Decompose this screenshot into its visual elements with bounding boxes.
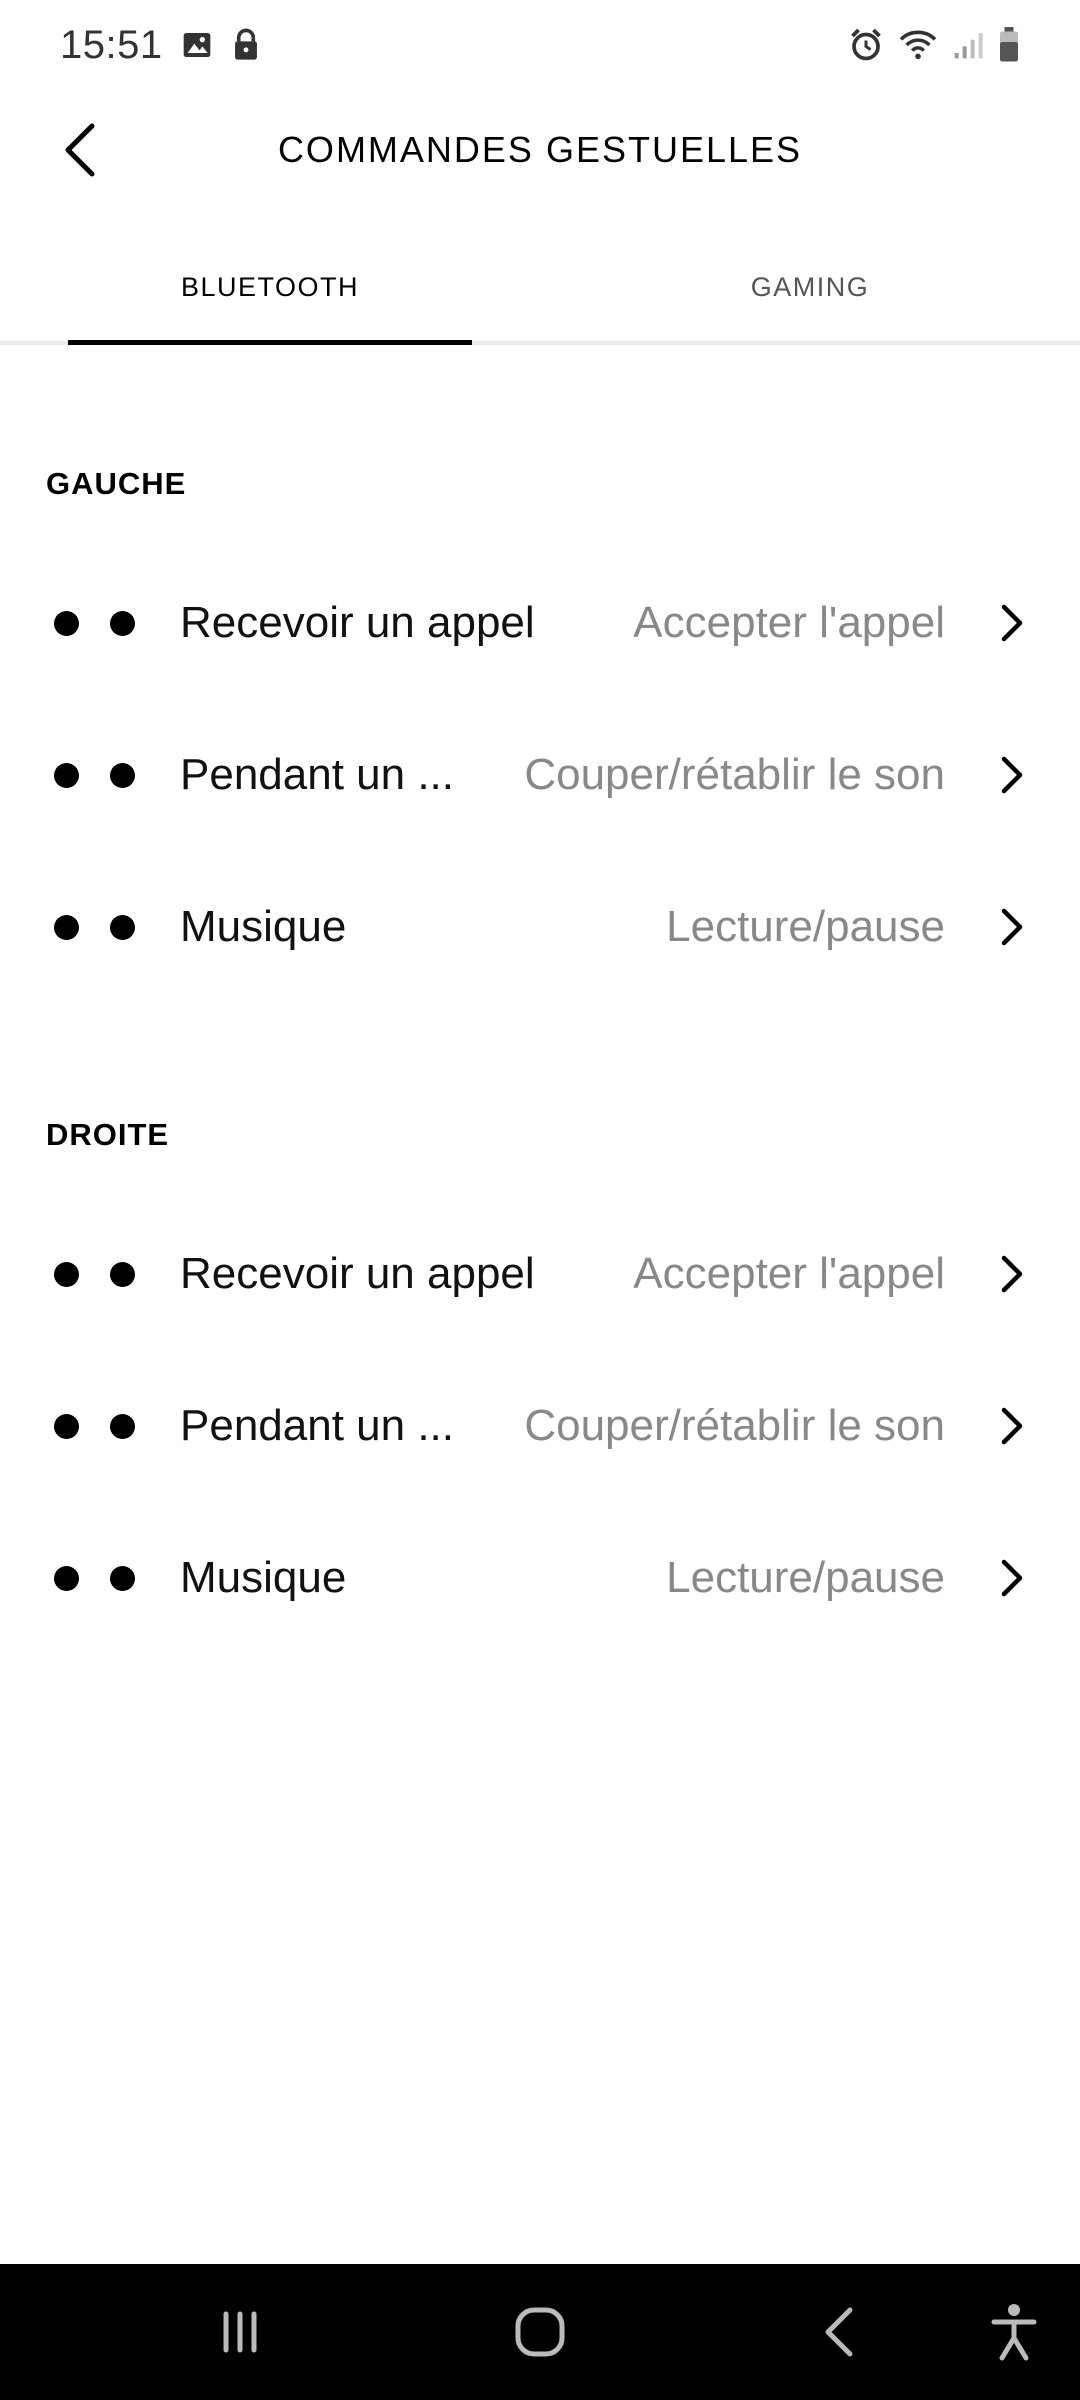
recents-button[interactable] [200, 2292, 280, 2372]
chevron-right-icon [994, 1556, 1030, 1600]
accessibility-icon [991, 2304, 1037, 2361]
double-tap-icon [54, 914, 135, 940]
gesture-row-right-incoming-call[interactable]: Recevoir un appel Accepter l'appel [0, 1209, 1080, 1339]
tab-selected-indicator [68, 340, 472, 345]
row-value: Lecture/pause [666, 902, 945, 951]
tab-bar: BLUETOOTH GAMING [0, 230, 1080, 345]
header: COMMANDES GESTUELLES [0, 90, 1080, 210]
row-value: Accepter l'appel [633, 1249, 945, 1298]
double-tap-icon [54, 1413, 135, 1439]
home-button[interactable] [500, 2292, 580, 2372]
page-title: COMMANDES GESTUELLES [277, 129, 803, 170]
back-icon [825, 2307, 853, 2357]
chevron-right-icon [994, 601, 1030, 645]
row-label: Recevoir un appel [180, 1249, 535, 1298]
status-left: 15:51 [60, 23, 261, 68]
row-label: Recevoir un appel [180, 598, 535, 647]
row-value: Accepter l'appel [633, 598, 945, 647]
chevron-right-icon [994, 1404, 1030, 1448]
battery-icon [998, 27, 1020, 63]
row-value: Couper/rétablir le son [524, 750, 945, 799]
recents-icon [223, 2311, 257, 2353]
row-value: Lecture/pause [666, 1553, 945, 1602]
double-tap-icon [54, 610, 135, 636]
gesture-row-right-music[interactable]: Musique Lecture/pause [0, 1513, 1080, 1643]
gesture-row-right-during-call[interactable]: Pendant un ... Couper/rétablir le son [0, 1361, 1080, 1491]
image-icon [181, 29, 213, 61]
status-right [848, 27, 1020, 63]
row-value: Couper/rétablir le son [524, 1401, 945, 1450]
wifi-icon [898, 28, 938, 62]
accessibility-button[interactable] [974, 2292, 1054, 2372]
home-icon [515, 2307, 565, 2357]
system-nav-bar [0, 2264, 1080, 2400]
double-tap-icon [54, 1261, 135, 1287]
status-time: 15:51 [60, 22, 163, 67]
row-label: Musique [180, 902, 347, 951]
double-tap-icon [54, 762, 135, 788]
section-title-droite: DROITE [46, 1117, 170, 1152]
status-bar: 15:51 [0, 0, 1080, 90]
gesture-row-left-during-call[interactable]: Pendant un ... Couper/rétablir le son [0, 710, 1080, 840]
gesture-row-left-incoming-call[interactable]: Recevoir un appel Accepter l'appel [0, 558, 1080, 688]
chevron-right-icon [994, 1252, 1030, 1296]
chevron-right-icon [994, 753, 1030, 797]
section-title-gauche: GAUCHE [46, 466, 187, 501]
gesture-row-left-music[interactable]: Musique Lecture/pause [0, 862, 1080, 992]
row-label: Pendant un ... [180, 1401, 454, 1450]
back-arrow-icon [65, 123, 95, 177]
back-button[interactable] [40, 110, 120, 190]
signal-icon [952, 29, 984, 61]
double-tap-icon [54, 1565, 135, 1591]
tab-bluetooth[interactable]: BLUETOOTH [68, 230, 472, 345]
alarm-icon [848, 27, 884, 63]
lock-icon [231, 28, 261, 62]
chevron-right-icon [994, 905, 1030, 949]
row-label: Pendant un ... [180, 750, 454, 799]
row-label: Musique [180, 1553, 347, 1602]
tab-gaming[interactable]: GAMING [608, 230, 1012, 345]
nav-back-button[interactable] [800, 2292, 880, 2372]
